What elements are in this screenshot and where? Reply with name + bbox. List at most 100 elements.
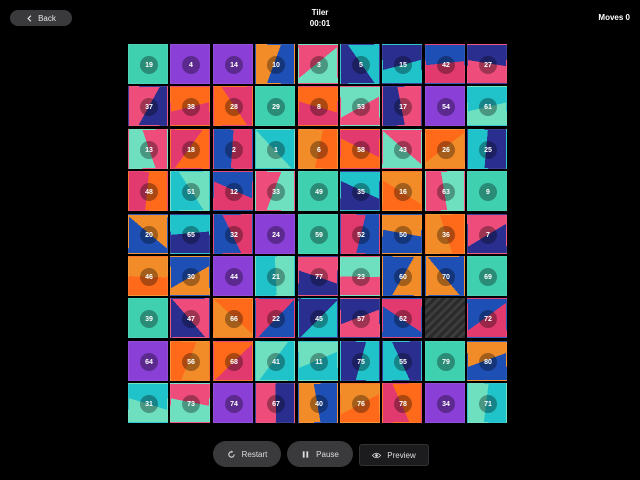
puzzle-tile[interactable]: 74 (213, 383, 253, 423)
puzzle-tile[interactable]: 78 (382, 383, 422, 423)
puzzle-tile[interactable]: 22 (255, 298, 295, 338)
puzzle-tile[interactable]: 14 (213, 44, 253, 84)
puzzle-tile[interactable]: 16 (382, 171, 422, 211)
puzzle-tile[interactable]: 5 (340, 44, 380, 84)
tile-number: 63 (437, 183, 455, 201)
puzzle-board: 19 4 14 10 3 5 15 42 27 37 38 28 29 8 53 17 54 61 13 18 2 1 6 5… (128, 44, 510, 426)
puzzle-tile[interactable]: 69 (467, 256, 507, 296)
puzzle-tile[interactable]: 79 (425, 341, 465, 381)
tile-number: 58 (352, 141, 370, 159)
puzzle-tile[interactable]: 11 (298, 341, 338, 381)
puzzle-tile[interactable]: 29 (255, 86, 295, 126)
tile-number: 34 (437, 395, 455, 413)
puzzle-tile[interactable]: 36 (425, 214, 465, 254)
puzzle-tile[interactable]: 52 (340, 214, 380, 254)
puzzle-tile[interactable]: 39 (128, 298, 168, 338)
puzzle-tile[interactable]: 44 (213, 256, 253, 296)
puzzle-tile[interactable]: 31 (128, 383, 168, 423)
puzzle-tile[interactable]: 45 (298, 298, 338, 338)
puzzle-tile[interactable]: 4 (170, 44, 210, 84)
tile-number: 69 (479, 268, 497, 286)
puzzle-tile[interactable]: 60 (382, 256, 422, 296)
preview-button[interactable]: Preview (359, 444, 429, 466)
puzzle-tile[interactable]: 1 (255, 129, 295, 169)
puzzle-tile[interactable]: 38 (170, 86, 210, 126)
puzzle-tile[interactable]: 40 (298, 383, 338, 423)
puzzle-tile[interactable]: 56 (170, 341, 210, 381)
puzzle-tile[interactable]: 46 (128, 256, 168, 296)
puzzle-tile[interactable]: 66 (213, 298, 253, 338)
puzzle-tile[interactable]: 65 (170, 214, 210, 254)
puzzle-tile[interactable]: 26 (425, 129, 465, 169)
puzzle-tile[interactable]: 64 (128, 341, 168, 381)
tile-number: 50 (394, 226, 412, 244)
tile-number: 79 (437, 353, 455, 371)
tile-number: 5 (352, 56, 370, 74)
puzzle-tile[interactable]: 21 (255, 256, 295, 296)
puzzle-tile[interactable]: 61 (467, 86, 507, 126)
pause-icon (302, 450, 309, 458)
puzzle-tile[interactable]: 24 (255, 214, 295, 254)
tile-number: 17 (394, 98, 412, 116)
puzzle-tile[interactable]: 17 (382, 86, 422, 126)
puzzle-tile[interactable]: 30 (170, 256, 210, 296)
puzzle-tile[interactable]: 50 (382, 214, 422, 254)
puzzle-tile[interactable]: 72 (467, 298, 507, 338)
puzzle-tile[interactable]: 19 (128, 44, 168, 84)
puzzle-tile[interactable]: 37 (128, 86, 168, 126)
puzzle-tile[interactable]: 51 (170, 171, 210, 211)
puzzle-tile[interactable]: 54 (425, 86, 465, 126)
puzzle-tile[interactable]: 35 (340, 171, 380, 211)
puzzle-tile[interactable]: 3 (298, 44, 338, 84)
puzzle-tile[interactable]: 20 (128, 214, 168, 254)
puzzle-tile[interactable]: 28 (213, 86, 253, 126)
puzzle-tile[interactable]: 49 (298, 171, 338, 211)
puzzle-tile[interactable]: 59 (298, 214, 338, 254)
puzzle-tile[interactable]: 73 (170, 383, 210, 423)
puzzle-tile[interactable]: 15 (382, 44, 422, 84)
tile-number: 64 (140, 353, 158, 371)
restart-button[interactable]: Restart (213, 441, 281, 467)
puzzle-tile[interactable]: 68 (213, 341, 253, 381)
puzzle-tile[interactable]: 25 (467, 129, 507, 169)
puzzle-tile[interactable]: 48 (128, 171, 168, 211)
puzzle-tile[interactable]: 53 (340, 86, 380, 126)
puzzle-tile[interactable]: 13 (128, 129, 168, 169)
puzzle-tile[interactable]: 27 (467, 44, 507, 84)
puzzle-tile[interactable]: 12 (213, 171, 253, 211)
puzzle-tile[interactable]: 47 (170, 298, 210, 338)
puzzle-tile[interactable]: 32 (213, 214, 253, 254)
puzzle-tile[interactable]: 57 (340, 298, 380, 338)
puzzle-tile[interactable]: 23 (340, 256, 380, 296)
tile-number: 49 (310, 183, 328, 201)
puzzle-tile[interactable]: 9 (467, 171, 507, 211)
puzzle-tile[interactable]: 41 (255, 341, 295, 381)
pause-button[interactable]: Pause (287, 441, 353, 467)
puzzle-tile[interactable]: 80 (467, 341, 507, 381)
puzzle-tile[interactable]: 42 (425, 44, 465, 84)
puzzle-tile[interactable]: 75 (340, 341, 380, 381)
back-button[interactable]: Back (10, 10, 72, 26)
puzzle-tile[interactable]: 63 (425, 171, 465, 211)
puzzle-tile[interactable]: 2 (213, 129, 253, 169)
puzzle-tile[interactable]: 33 (255, 171, 295, 211)
puzzle-tile[interactable]: 71 (467, 383, 507, 423)
puzzle-tile[interactable]: 67 (255, 383, 295, 423)
puzzle-tile[interactable]: 55 (382, 341, 422, 381)
puzzle-tile[interactable]: 70 (425, 256, 465, 296)
puzzle-tile[interactable]: 8 (298, 86, 338, 126)
puzzle-tile[interactable]: 6 (298, 129, 338, 169)
puzzle-tile[interactable]: 77 (298, 256, 338, 296)
puzzle-tile[interactable]: 43 (382, 129, 422, 169)
puzzle-tile[interactable]: 76 (340, 383, 380, 423)
puzzle-tile[interactable]: 58 (340, 129, 380, 169)
puzzle-tile[interactable]: 62 (382, 298, 422, 338)
tile-number: 18 (182, 141, 200, 159)
puzzle-tile[interactable]: 18 (170, 129, 210, 169)
puzzle-tile[interactable]: 34 (425, 383, 465, 423)
restart-icon (227, 449, 235, 458)
tile-number: 45 (310, 310, 328, 328)
puzzle-tile[interactable]: 7 (467, 214, 507, 254)
puzzle-tile[interactable]: 10 (255, 44, 295, 84)
tile-number: 24 (267, 226, 285, 244)
